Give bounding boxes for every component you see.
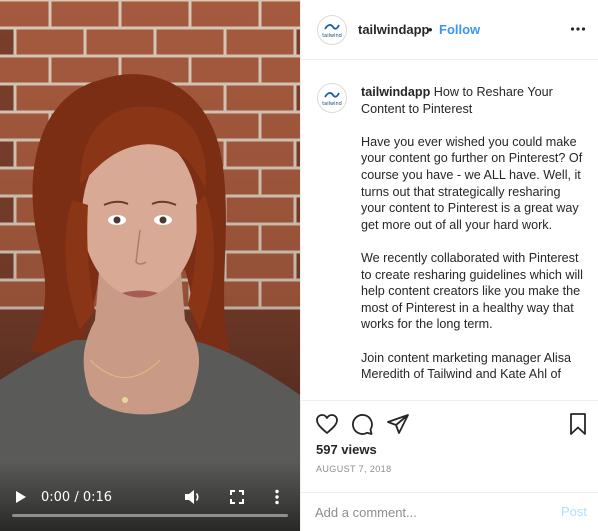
tailwind-logo-icon xyxy=(324,91,340,98)
comment-icon[interactable] xyxy=(350,412,374,436)
fullscreen-icon[interactable] xyxy=(230,490,244,504)
caption-avatar[interactable]: tailwind xyxy=(317,83,347,113)
comment-input[interactable] xyxy=(315,502,535,522)
play-icon[interactable] xyxy=(14,490,28,504)
header-username[interactable]: tailwindapp xyxy=(358,22,430,37)
views-count[interactable]: 597 views xyxy=(316,442,377,457)
more-options-icon[interactable] xyxy=(570,22,586,36)
comments-section[interactable]: tailwind tailwindapp How to Reshare Your… xyxy=(301,60,598,400)
avatar-label: tailwind xyxy=(322,100,342,107)
follow-button[interactable]: Follow xyxy=(439,22,480,37)
heart-icon[interactable] xyxy=(315,412,339,436)
tailwind-logo-icon xyxy=(324,23,340,30)
post-caption: tailwindapp How to Reshare Your Content … xyxy=(361,84,583,383)
video-progress-bar[interactable] xyxy=(12,514,288,517)
video-more-options-icon[interactable] xyxy=(274,489,280,505)
header-separator: • xyxy=(428,22,433,37)
caption-username[interactable]: tailwindapp xyxy=(361,85,430,99)
caption-text: How to Reshare Your Content to Pinterest… xyxy=(361,85,583,382)
video-controls-row: 0:00 / 0:16 xyxy=(0,485,300,509)
video-controls: 0:00 / 0:16 xyxy=(0,461,300,531)
post-details-panel: tailwind tailwindapp • Follow tailwind t… xyxy=(300,0,598,531)
video-player[interactable]: 0:00 / 0:16 xyxy=(0,0,300,531)
post-comment-button[interactable]: Post xyxy=(561,504,587,519)
video-time: 0:00 / 0:16 xyxy=(41,489,113,505)
post-date[interactable]: AUGUST 7, 2018 xyxy=(316,464,391,474)
bookmark-icon[interactable] xyxy=(566,412,590,436)
post-header: tailwind tailwindapp • Follow xyxy=(301,0,598,60)
presenter-figure xyxy=(0,74,300,531)
avatar[interactable]: tailwind xyxy=(317,15,347,45)
add-comment-bar: Post xyxy=(301,492,598,531)
share-icon[interactable] xyxy=(386,412,410,436)
post-actions: 597 views AUGUST 7, 2018 xyxy=(301,400,598,492)
avatar-label: tailwind xyxy=(322,32,342,39)
volume-icon[interactable] xyxy=(184,489,202,505)
